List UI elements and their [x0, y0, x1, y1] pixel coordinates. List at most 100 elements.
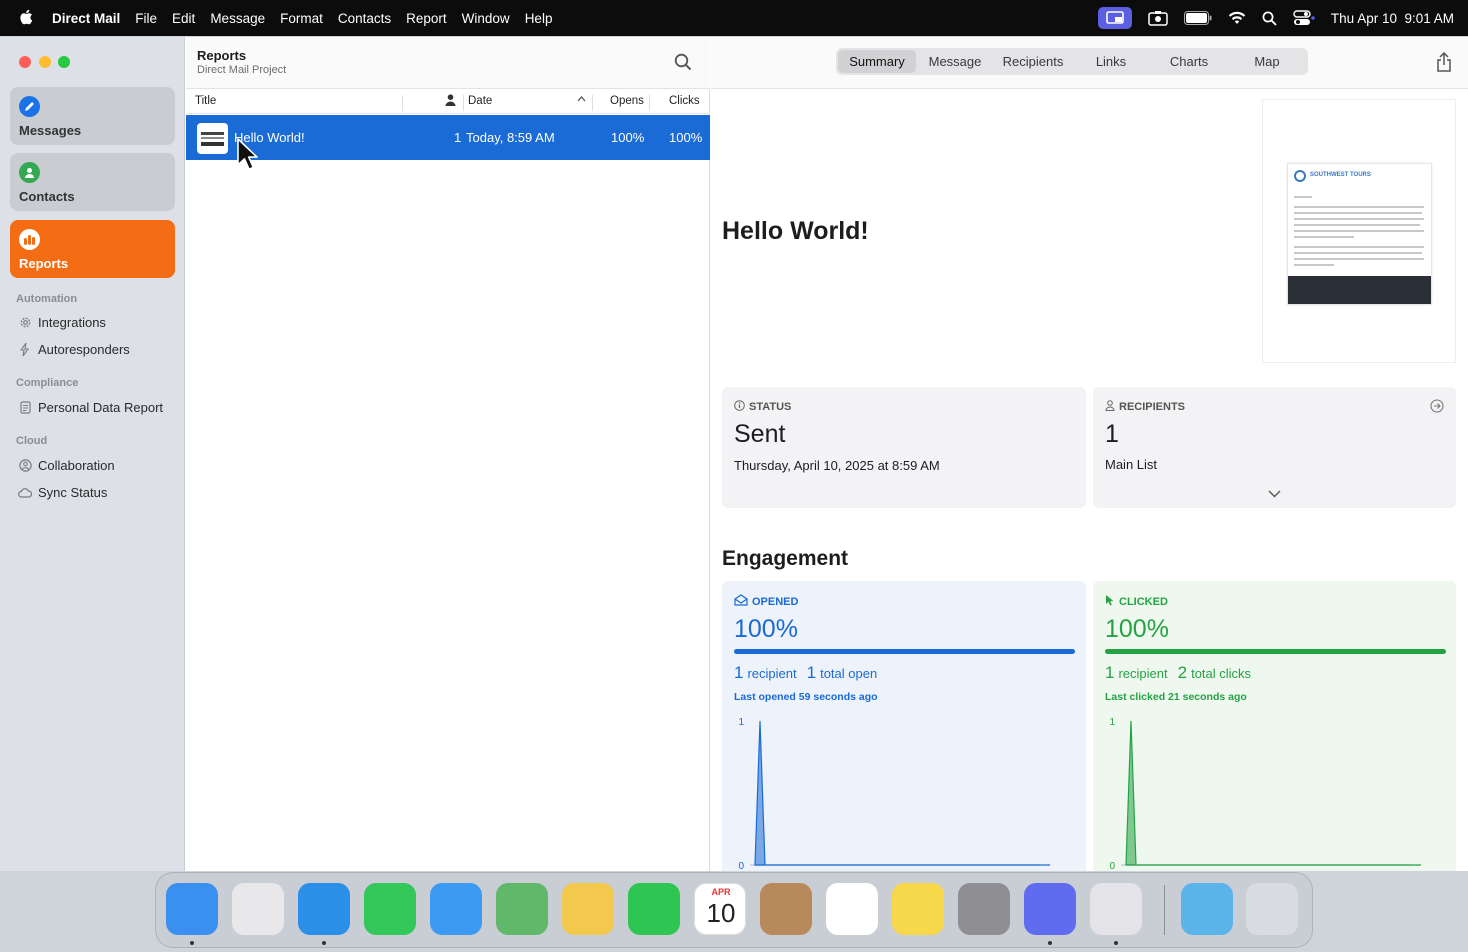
- facetime-icon[interactable]: [628, 883, 680, 935]
- column-divider[interactable]: [592, 95, 593, 111]
- maps-icon[interactable]: [496, 883, 548, 935]
- downloads-folder-icon[interactable]: [1181, 883, 1233, 935]
- calendar-day: 10: [706, 898, 736, 928]
- recipients-column-person-icon[interactable]: [445, 94, 456, 109]
- screen-mirroring-icon[interactable]: [1097, 7, 1132, 29]
- preview-text-line: [1294, 236, 1354, 238]
- status-date: Thursday, April 10, 2025 at 8:59 AM: [734, 458, 940, 473]
- column-divider[interactable]: [402, 95, 403, 111]
- safari-icon[interactable]: [298, 883, 350, 935]
- sidebar-item-autoresponders[interactable]: Autoresponders: [18, 342, 130, 357]
- clicked-total-label: total clicks: [1191, 666, 1252, 681]
- document-icon: [18, 401, 32, 415]
- preview-text-line: [1294, 224, 1420, 226]
- control-center-icon[interactable]: [1293, 10, 1315, 26]
- preview-text-line: [1294, 246, 1424, 248]
- sidebar-item-integrations[interactable]: Integrations: [18, 315, 106, 330]
- menu-format[interactable]: Format: [280, 11, 323, 26]
- menu-edit[interactable]: Edit: [172, 11, 195, 26]
- row-recipients: 1: [454, 130, 462, 145]
- camera-icon[interactable]: [1148, 10, 1168, 26]
- nav-reports[interactable]: Reports: [10, 220, 175, 278]
- menu-message[interactable]: Message: [210, 11, 265, 26]
- chart-icon: [19, 229, 40, 250]
- chart-area: [1125, 720, 1421, 866]
- column-date[interactable]: Date: [468, 95, 492, 107]
- clicked-stats: 1 recipient 2 total clicks: [1105, 663, 1251, 683]
- menubar-clock[interactable]: Thu Apr 10 9:01 AM: [1331, 11, 1454, 26]
- menu-file[interactable]: File: [135, 11, 157, 26]
- launchpad-icon[interactable]: [232, 883, 284, 935]
- tab-map[interactable]: Map: [1228, 50, 1306, 73]
- tab-links[interactable]: Links: [1072, 50, 1150, 73]
- tab-recipients[interactable]: Recipients: [994, 50, 1072, 73]
- message-preview[interactable]: SOUTHWEST TOURS: [1262, 99, 1456, 363]
- y-tick-label: 1: [738, 717, 744, 728]
- column-opens[interactable]: Opens: [610, 95, 644, 107]
- system-settings-icon[interactable]: [958, 883, 1010, 935]
- column-title[interactable]: Title: [195, 95, 216, 107]
- direct-mail-icon[interactable]: [1024, 883, 1076, 935]
- cloud-icon: [18, 486, 32, 500]
- table-row[interactable]: Hello World! 1 Today, 8:59 AM 100% 100%: [186, 115, 710, 160]
- photo-slideshow-icon[interactable]: [1090, 883, 1142, 935]
- battery-icon[interactable]: [1183, 11, 1212, 25]
- close-window-button[interactable]: [19, 56, 31, 68]
- calendar-icon[interactable]: APR 10: [694, 883, 746, 935]
- share-icon[interactable]: [1436, 51, 1452, 77]
- row-clicks: 100%: [669, 130, 703, 145]
- opened-label: OPENED: [734, 594, 798, 609]
- menu-contacts[interactable]: Contacts: [338, 11, 391, 26]
- message-title: Hello World!: [722, 217, 869, 245]
- clicked-recipients-label: recipient: [1118, 666, 1168, 681]
- column-divider[interactable]: [463, 95, 464, 111]
- reminders-icon[interactable]: [826, 883, 878, 935]
- tab-message[interactable]: Message: [916, 50, 994, 73]
- sidebar-item-collaboration[interactable]: Collaboration: [18, 458, 115, 473]
- sort-ascending-icon[interactable]: [577, 94, 586, 106]
- bolt-icon: [18, 343, 32, 357]
- photos-icon[interactable]: [562, 883, 614, 935]
- zoom-window-button[interactable]: [58, 56, 70, 68]
- chevron-down-icon[interactable]: [1268, 485, 1281, 503]
- finder-icon[interactable]: [166, 883, 218, 935]
- wifi-icon[interactable]: [1228, 11, 1246, 25]
- contacts-icon[interactable]: [760, 883, 812, 935]
- mail-icon[interactable]: [430, 883, 482, 935]
- preview-text-line: [1294, 252, 1422, 254]
- status-card: STATUS Sent Thursday, April 10, 2025 at …: [722, 387, 1086, 508]
- tab-summary[interactable]: Summary: [838, 50, 916, 73]
- apple-icon[interactable]: [14, 9, 38, 28]
- menu-app-name[interactable]: Direct Mail: [52, 11, 120, 26]
- arrow-circle-right-icon[interactable]: [1430, 399, 1444, 418]
- sidebar-item-personal-data-report[interactable]: Personal Data Report: [18, 400, 163, 415]
- nav-messages[interactable]: Messages: [10, 87, 175, 145]
- trash-icon[interactable]: [1246, 883, 1298, 935]
- preview-logo: [1294, 170, 1306, 182]
- chart-area: [754, 720, 1050, 866]
- messages-icon[interactable]: [364, 883, 416, 935]
- menu-help[interactable]: Help: [525, 11, 553, 26]
- app-window: Messages Contacts Reports Automation Int…: [0, 37, 1468, 871]
- column-clicks[interactable]: Clicks: [669, 95, 700, 107]
- menu-report[interactable]: Report: [406, 11, 447, 26]
- search-icon[interactable]: [674, 53, 692, 76]
- preview-text-line: [1294, 258, 1424, 260]
- minimize-window-button[interactable]: [39, 56, 51, 68]
- reports-list-pane: Reports Direct Mail Project Title Date O…: [186, 37, 710, 871]
- menu-window[interactable]: Window: [462, 11, 510, 26]
- status-label: STATUS: [734, 400, 791, 414]
- tab-charts[interactable]: Charts: [1150, 50, 1228, 73]
- spotlight-search-icon[interactable]: [1262, 11, 1277, 26]
- nav-contacts[interactable]: Contacts: [10, 153, 175, 211]
- person-icon: [19, 162, 40, 183]
- cursor-click-icon: [1105, 594, 1115, 609]
- sidebar-item-label: Personal Data Report: [38, 400, 164, 415]
- nav-reports-label: Reports: [19, 256, 69, 271]
- envelope-open-icon: [734, 594, 748, 609]
- sidebar-item-sync-status[interactable]: Sync Status: [18, 485, 107, 500]
- preview-text-line: [1294, 218, 1424, 220]
- column-divider[interactable]: [649, 95, 650, 111]
- engagement-heading: Engagement: [722, 547, 849, 570]
- notes-icon[interactable]: [892, 883, 944, 935]
